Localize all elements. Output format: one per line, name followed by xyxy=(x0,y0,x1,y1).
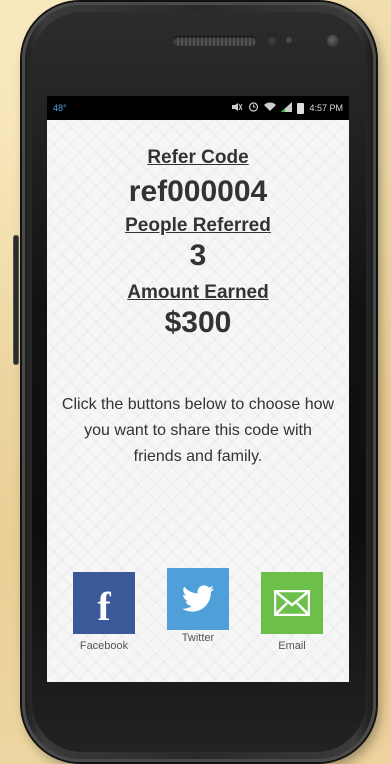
mute-icon xyxy=(231,102,243,115)
status-time: 4:57 PM xyxy=(309,103,343,113)
refer-code-label: Refer Code xyxy=(147,147,249,168)
volume-button xyxy=(13,235,19,365)
envelope-icon xyxy=(261,572,323,634)
twitter-label: Twitter xyxy=(181,632,215,644)
wifi-icon xyxy=(264,102,277,115)
status-icons: 4:57 PM xyxy=(231,101,343,115)
amount-earned-label: Amount Earned xyxy=(127,282,269,303)
light-sensor xyxy=(286,37,292,43)
signal-icon xyxy=(281,101,293,115)
twitter-bird-icon xyxy=(167,568,229,630)
email-share-button[interactable]: Email xyxy=(257,572,327,652)
twitter-share-button[interactable]: Twitter xyxy=(163,568,233,652)
email-label: Email xyxy=(278,640,306,652)
screen: 48° 4:57 PM Refer Code ref000004 People … xyxy=(47,96,349,682)
people-referred-label: People Referred xyxy=(125,215,271,236)
alarm-icon xyxy=(248,101,259,115)
proximity-sensor xyxy=(268,37,276,45)
referral-summary: Refer Code ref000004 People Referred 3 A… xyxy=(47,147,349,470)
facebook-icon: f xyxy=(73,572,135,634)
share-buttons: f Facebook Twitter Email xyxy=(47,568,349,652)
facebook-label: Facebook xyxy=(79,640,129,652)
front-camera xyxy=(327,35,339,47)
refer-code-value: ref000004 xyxy=(128,175,268,208)
facebook-share-button[interactable]: f Facebook xyxy=(69,572,139,652)
earpiece-speaker xyxy=(173,36,257,46)
status-temperature: 48° xyxy=(53,103,67,113)
people-referred-value: 3 xyxy=(189,239,207,272)
amount-earned-value: $300 xyxy=(164,306,232,339)
battery-icon xyxy=(297,102,305,114)
share-instructions: Click the buttons below to choose how yo… xyxy=(61,396,335,465)
status-bar: 48° 4:57 PM xyxy=(47,96,349,120)
